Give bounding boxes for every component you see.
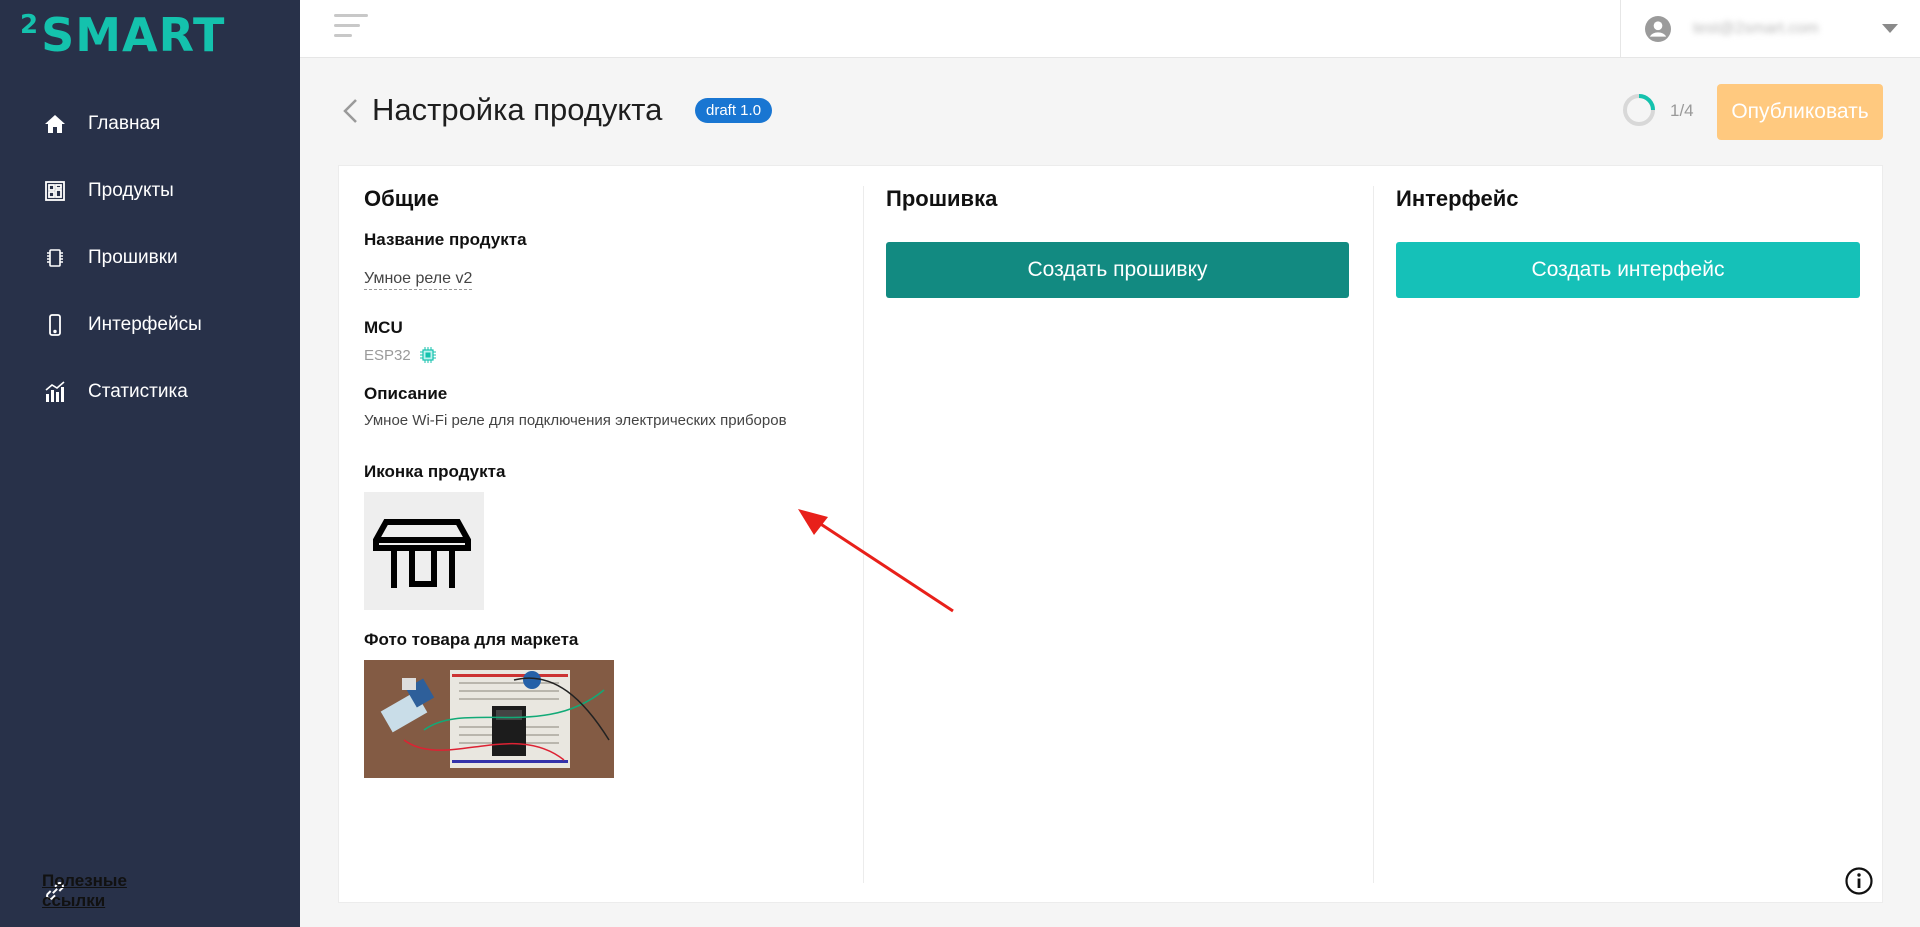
mcu-value: ESP32 xyxy=(364,346,437,364)
column-divider xyxy=(1373,186,1374,883)
hamburger-icon[interactable] xyxy=(334,14,368,42)
sidebar-item-label: Продукты xyxy=(88,179,174,201)
general-title: Общие xyxy=(364,186,440,211)
progress-text: 1/4 xyxy=(1670,101,1694,120)
column-divider xyxy=(863,186,864,883)
user-email: test@2smart.com xyxy=(1693,20,1819,37)
progress-ring-icon xyxy=(1623,94,1655,126)
sidebar-nav: Главная Продукты Прошивки Интерфейсы Ста… xyxy=(0,90,300,425)
market-photo-label: Фото товара для маркета xyxy=(364,630,579,649)
back-arrow-icon[interactable] xyxy=(340,97,362,125)
logo-super: 2 xyxy=(20,10,40,40)
publish-button[interactable]: Опубликовать xyxy=(1717,84,1883,140)
home-icon xyxy=(42,111,68,137)
sidebar-item-statistics[interactable]: Статистика xyxy=(0,358,300,425)
create-firmware-button[interactable]: Создать прошивку xyxy=(886,242,1349,298)
info-icon[interactable] xyxy=(1844,866,1874,896)
create-interface-button[interactable]: Создать интерфейс xyxy=(1396,242,1860,298)
useful-links[interactable]: Полезные ссылки xyxy=(42,871,127,910)
sidebar-item-label: Интерфейсы xyxy=(88,313,202,335)
sidebar-item-home[interactable]: Главная xyxy=(0,90,300,157)
sidebar-item-firmwares[interactable]: Прошивки xyxy=(0,224,300,291)
page-title: Настройка продукта xyxy=(372,92,663,127)
stats-icon xyxy=(42,379,68,405)
chevron-down-icon[interactable] xyxy=(1882,24,1898,33)
chip-icon xyxy=(419,347,436,363)
draft-badge: draft 1.0 xyxy=(695,98,773,123)
product-icon-preview[interactable] xyxy=(364,492,484,610)
sidebar-item-interfaces[interactable]: Интерфейсы xyxy=(0,291,300,358)
sidebar: 2SMART Главная Продукты Прошивки Интерфе… xyxy=(0,0,300,927)
market-photo[interactable] xyxy=(364,660,614,778)
products-icon xyxy=(42,178,68,204)
sidebar-item-label: Прошивки xyxy=(88,246,178,268)
product-name-value[interactable]: Умное реле v2 xyxy=(364,270,473,290)
description-value[interactable]: Умное Wi-Fi реле для подключения электри… xyxy=(364,412,787,429)
product-settings-card: Общие Название продукта Умное реле v2 MC… xyxy=(338,165,1883,903)
product-name-label: Название продукта xyxy=(364,230,527,249)
user-avatar-icon xyxy=(1645,16,1671,42)
sidebar-item-label: Главная xyxy=(88,112,161,134)
description-label: Описание xyxy=(364,384,448,403)
interface-title: Интерфейс xyxy=(1396,186,1519,211)
chip-icon xyxy=(42,245,68,271)
logo-text: SMART xyxy=(41,8,226,62)
sidebar-item-label: Статистика xyxy=(88,380,188,402)
useful-links-label: Полезные ссылки xyxy=(42,871,127,910)
product-photo-image xyxy=(364,660,614,778)
mcu-value-text: ESP32 xyxy=(364,346,411,364)
phone-icon xyxy=(42,312,68,338)
product-icon-label: Иконка продукта xyxy=(364,462,506,481)
interface-column: Интерфейс Создать интерфейс xyxy=(1396,166,1860,886)
firmware-column: Прошивка Создать прошивку xyxy=(886,166,1351,886)
relay-icon xyxy=(373,519,471,588)
firmware-title: Прошивка xyxy=(886,186,998,211)
topbar: test@2smart.com xyxy=(300,0,1920,58)
sidebar-item-products[interactable]: Продукты xyxy=(0,157,300,224)
logo[interactable]: 2SMART xyxy=(20,8,225,62)
user-menu[interactable]: test@2smart.com xyxy=(1620,0,1920,58)
mcu-label: MCU xyxy=(364,318,403,337)
general-column: Общие Название продукта Умное реле v2 MC… xyxy=(364,166,864,886)
